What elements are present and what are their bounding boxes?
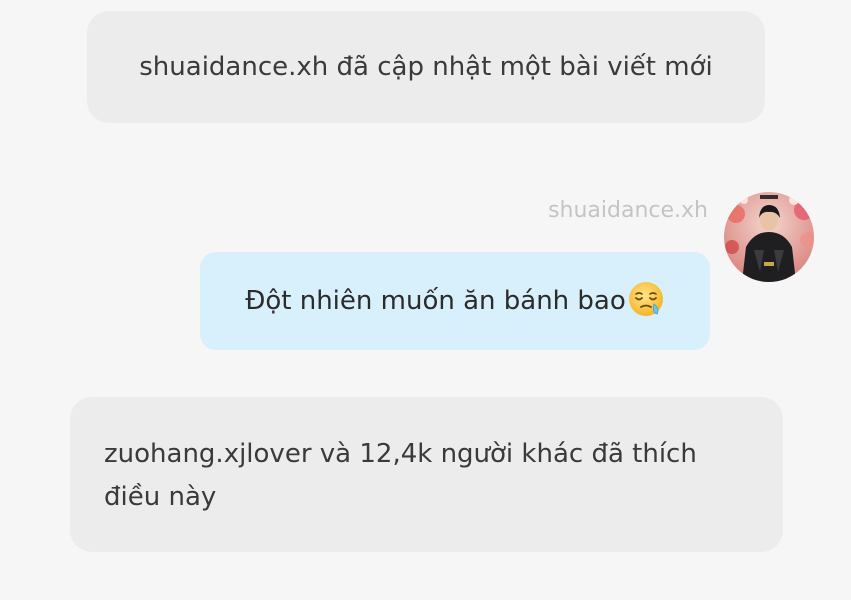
message-text: Đột nhiên muốn ăn bánh bao [245,286,626,316]
likes-notice[interactable]: zuohang.xjlover và 12,4k người khác đã t… [70,397,783,552]
chat-screen: shuaidance.xh đã cập nhật một bài viết m… [0,0,851,600]
sleepy-face-icon [627,280,665,318]
sender-name: shuaidance.xh [548,198,708,223]
avatar-image [724,192,814,282]
likes-notice-text: zuohang.xjlover và 12,4k người khác đã t… [104,439,697,512]
post-update-notice-text: shuaidance.xh đã cập nhật một bài viết m… [139,52,713,82]
avatar[interactable] [724,192,814,282]
post-update-notice[interactable]: shuaidance.xh đã cập nhật một bài viết m… [87,11,765,123]
message-bubble[interactable]: Đột nhiên muốn ăn bánh bao [200,252,710,350]
